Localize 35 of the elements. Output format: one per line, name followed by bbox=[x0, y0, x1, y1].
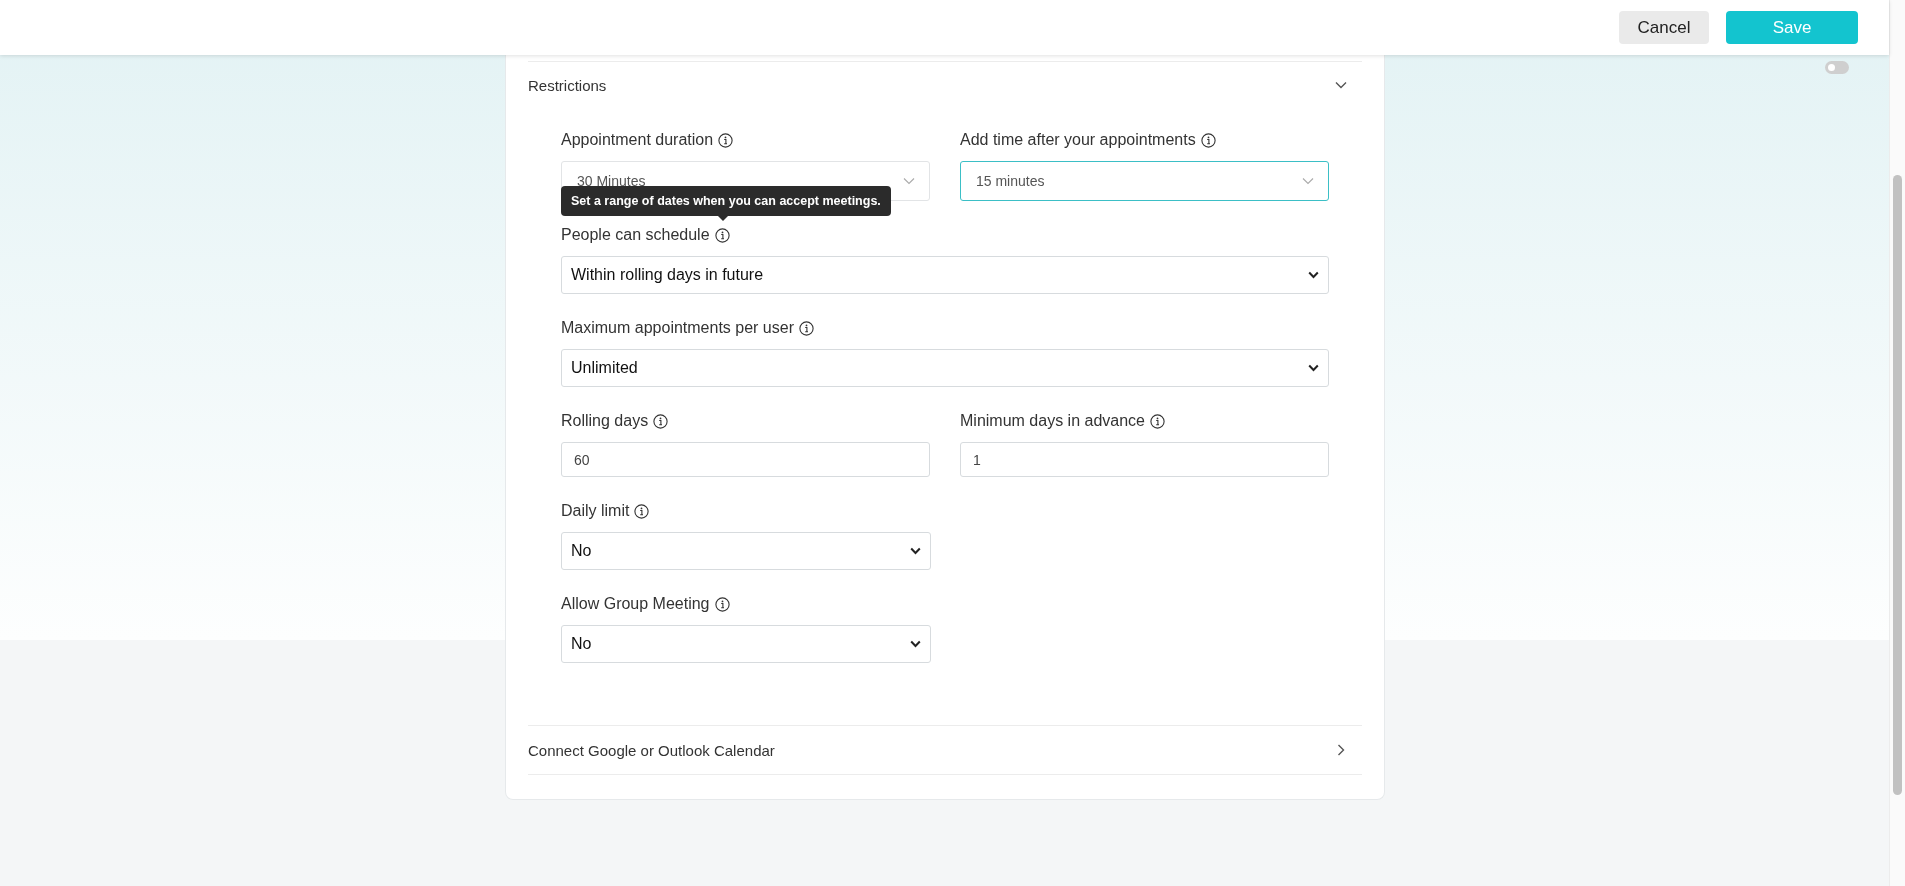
field-label: Rolling days bbox=[561, 412, 649, 430]
select-field[interactable]: Within rolling days in future bbox=[561, 256, 1329, 294]
toggle-switch[interactable] bbox=[1825, 61, 1849, 74]
chevron-icon bbox=[903, 177, 915, 185]
input-field[interactable]: 1 bbox=[960, 442, 1329, 477]
cancel-button[interactable]: Cancel bbox=[1619, 11, 1709, 44]
info-icon[interactable] bbox=[1149, 413, 1165, 429]
input-field[interactable]: 60 bbox=[561, 442, 930, 477]
scrollbar[interactable] bbox=[1889, 0, 1905, 886]
info-icon[interactable] bbox=[653, 413, 669, 429]
info-icon[interactable] bbox=[718, 132, 734, 148]
field-label: Allow Group Meeting bbox=[561, 595, 710, 613]
chevron-icon bbox=[910, 640, 921, 648]
field-label: Minimum days in advance bbox=[960, 412, 1145, 430]
info-icon[interactable] bbox=[634, 503, 650, 519]
select-field[interactable]: Unlimited bbox=[561, 349, 1329, 387]
field-label: Daily limit bbox=[561, 502, 630, 520]
field-label: Maximum appointments per user bbox=[561, 319, 794, 337]
field-label: People can schedule bbox=[561, 226, 710, 244]
select-field[interactable]: No bbox=[561, 532, 931, 570]
info-icon[interactable] bbox=[1200, 132, 1216, 148]
dropdown[interactable]: 15 minutes bbox=[960, 161, 1329, 201]
chevron-icon bbox=[1302, 177, 1314, 185]
info-icon[interactable] bbox=[799, 320, 814, 336]
chevron-icon bbox=[910, 547, 921, 555]
info-icon[interactable] bbox=[714, 596, 730, 612]
select-field[interactable]: No bbox=[561, 625, 931, 663]
tooltip-pointer bbox=[718, 216, 728, 221]
field-label: Appointment duration bbox=[561, 131, 714, 149]
field-label: Add time after your appointments bbox=[960, 131, 1196, 149]
chevron-icon bbox=[1308, 364, 1319, 372]
section-header[interactable]: Connect Google or Outlook Calendar bbox=[528, 725, 1362, 775]
chevron-icon bbox=[1308, 271, 1319, 279]
info-icon[interactable] bbox=[714, 227, 730, 243]
section-header[interactable]: Restrictions bbox=[528, 61, 1362, 108]
